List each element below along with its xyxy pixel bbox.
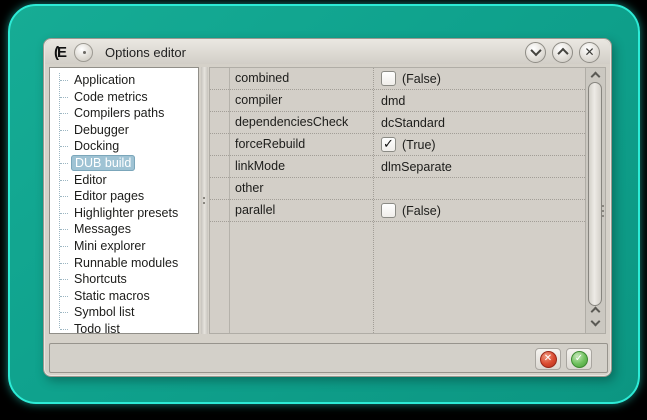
sidebar-item-code-metrics[interactable]: Code metrics: [50, 89, 198, 106]
sidebar-item-messages[interactable]: Messages: [50, 221, 198, 238]
ok-button[interactable]: ✓: [566, 348, 592, 370]
cancel-button[interactable]: ✕: [535, 348, 561, 370]
checkbox-unchecked-icon[interactable]: [381, 71, 396, 86]
chevron-up-icon: [556, 47, 569, 60]
property-name: other: [235, 181, 264, 195]
property-row-parallel[interactable]: parallel (False): [210, 200, 585, 222]
chevron-down-icon: [529, 44, 542, 57]
scroll-up-icon[interactable]: [590, 306, 601, 317]
property-row-dependenciescheck[interactable]: dependenciesCheck dcStandard: [210, 112, 585, 134]
maximize-button[interactable]: [552, 41, 573, 63]
sidebar-item-editor[interactable]: Editor: [50, 172, 198, 189]
sidebar-item-mini-explorer[interactable]: Mini explorer: [50, 238, 198, 255]
window-edge-grip-icon: [602, 205, 604, 207]
value-text: (True): [402, 137, 436, 152]
sidebar-item-editor-pages[interactable]: Editor pages: [50, 188, 198, 205]
sidebar-item-runnable-modules[interactable]: Runnable modules: [50, 255, 198, 272]
property-name: parallel: [235, 203, 276, 217]
value-text: dmd: [381, 93, 406, 108]
property-value[interactable]: (False): [373, 200, 441, 221]
checkbox-checked-icon[interactable]: ✓: [381, 137, 396, 152]
property-row-other[interactable]: other: [210, 178, 585, 200]
sidebar-item-static-macros[interactable]: Static macros: [50, 288, 198, 305]
window-title: Options editor: [105, 44, 186, 60]
screenshot-stage: (E Options editor ✕ Application Code met…: [0, 0, 647, 420]
panel-splitter[interactable]: [201, 67, 208, 334]
sidebar-item-todo-list[interactable]: Todo list: [50, 321, 198, 333]
sidebar-item-debugger[interactable]: Debugger: [50, 122, 198, 139]
sidebar-item-symbol-list[interactable]: Symbol list: [50, 304, 198, 321]
window-controls: ✕: [525, 41, 600, 63]
property-name: combined: [235, 71, 290, 85]
property-value[interactable]: ✓ (True): [373, 134, 436, 155]
window-menu-button[interactable]: [74, 42, 93, 62]
close-icon: ✕: [584, 45, 595, 59]
property-row-linkmode[interactable]: linkMode dlmSeparate: [210, 156, 585, 178]
property-name: forceRebuild: [235, 137, 306, 151]
property-row-combined[interactable]: combined (False): [210, 68, 585, 90]
value-text: dlmSeparate: [381, 159, 452, 174]
value-text: (False): [402, 203, 441, 218]
title-bar[interactable]: (E Options editor ✕: [45, 40, 610, 64]
minimize-button[interactable]: [525, 41, 546, 63]
sidebar-item-highlighter-presets[interactable]: Highlighter presets: [50, 205, 198, 222]
property-row-compiler[interactable]: compiler dmd: [210, 90, 585, 112]
close-button[interactable]: ✕: [579, 41, 600, 63]
property-name: dependenciesCheck: [235, 115, 349, 129]
property-name: linkMode: [235, 159, 286, 173]
ok-icon: ✓: [570, 350, 588, 368]
value-text: (False): [402, 71, 441, 86]
checkbox-unchecked-icon[interactable]: [381, 203, 396, 218]
property-name: compiler: [235, 93, 283, 107]
property-value[interactable]: dlmSeparate: [373, 156, 452, 177]
scroll-down-icon[interactable]: [590, 316, 601, 327]
app-logo-icon: (E: [54, 43, 67, 61]
property-value[interactable]: [373, 178, 381, 199]
options-editor-window: (E Options editor ✕ Application Code met…: [43, 38, 612, 377]
sidebar-item-shortcuts[interactable]: Shortcuts: [50, 271, 198, 288]
value-text: dcStandard: [381, 115, 445, 130]
sidebar-item-application[interactable]: Application: [50, 72, 198, 89]
property-grid[interactable]: combined (False) compiler dmd dependenci…: [209, 67, 606, 334]
sidebar-item-dub-build-selected[interactable]: DUB build: [50, 154, 198, 172]
cancel-icon: ✕: [539, 350, 557, 368]
property-value[interactable]: dcStandard: [373, 112, 445, 133]
sidebar-item-compilers-paths[interactable]: Compilers paths: [50, 105, 198, 122]
property-value[interactable]: (False): [373, 68, 441, 89]
property-row-forcerebuild[interactable]: forceRebuild ✓ (True): [210, 134, 585, 156]
category-tree[interactable]: Application Code metrics Compilers paths…: [49, 67, 199, 334]
property-value[interactable]: dmd: [373, 90, 405, 111]
splitter-grip-icon: [203, 197, 205, 199]
sidebar-item-docking[interactable]: Docking: [50, 138, 198, 155]
scrollbar-thumb[interactable]: [588, 82, 602, 306]
scroll-up-icon[interactable]: [590, 71, 601, 82]
footer-bar: ✕ ✓: [49, 343, 608, 373]
vertical-scrollbar[interactable]: [585, 68, 605, 333]
property-rows: combined (False) compiler dmd dependenci…: [210, 68, 585, 222]
